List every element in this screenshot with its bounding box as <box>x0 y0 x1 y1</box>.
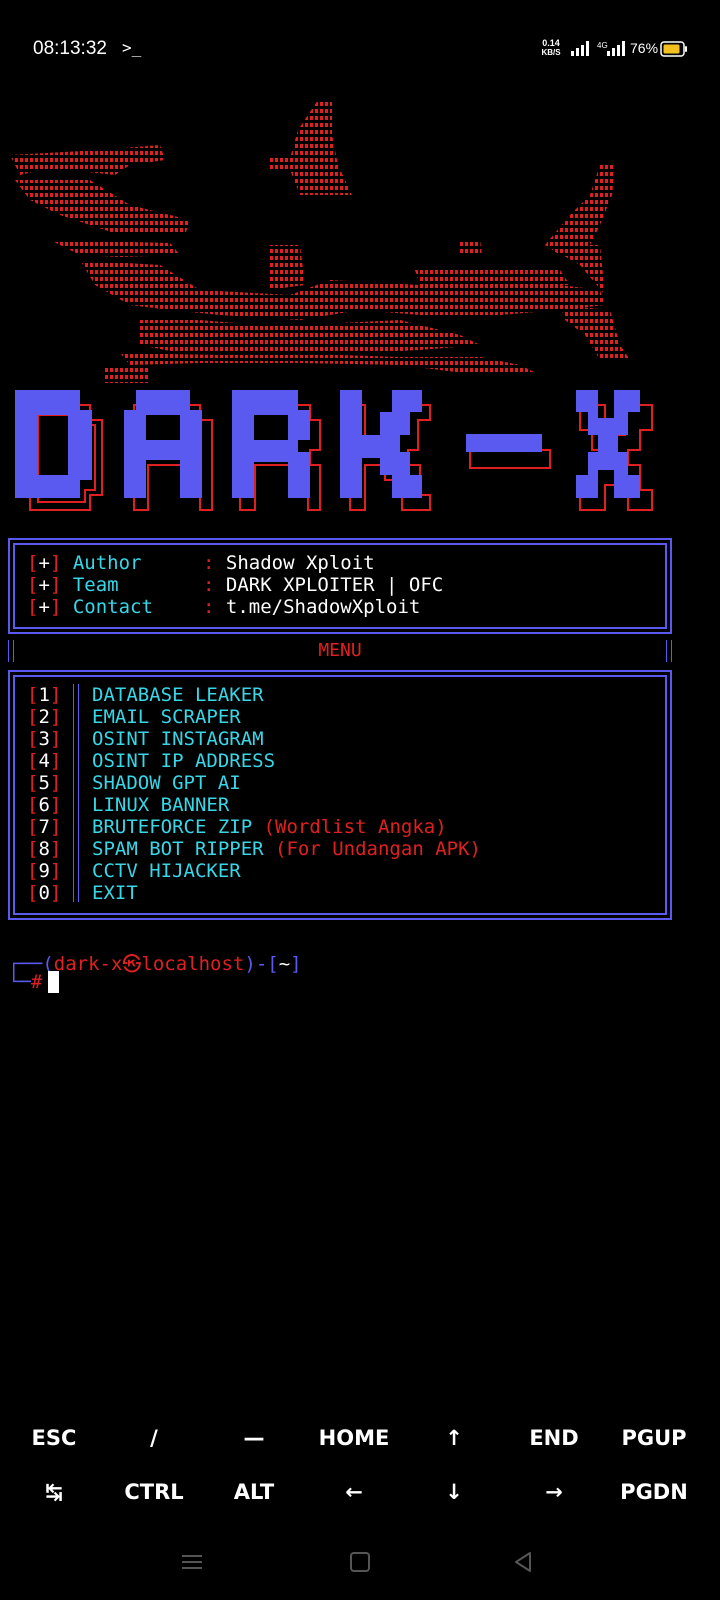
home-icon[interactable] <box>349 1551 371 1573</box>
menu-item[interactable]: [7] <box>27 816 61 838</box>
menu-item-label-row[interactable]: DATABASE LEAKER <box>92 684 264 706</box>
menu-item-label-row[interactable]: BRUTEFORCE ZIP (Wordlist Angka) <box>92 816 447 838</box>
menu-item-note: (Wordlist Angka) <box>263 816 447 838</box>
menu-item-number: 3 <box>38 728 50 750</box>
info-row-author: [+] Author <box>27 552 142 574</box>
menu-item-label: SPAM BOT RIPPER <box>92 838 264 860</box>
extra-key[interactable]: ↓ <box>404 1480 504 1504</box>
menu-header: MENU <box>8 640 672 662</box>
dark-x-logo <box>15 390 653 511</box>
extra-key[interactable]: PGDN <box>604 1480 704 1504</box>
extra-key[interactable]: — <box>204 1426 304 1450</box>
info-row-contact: [+] Contact <box>27 596 153 618</box>
extra-key[interactable]: END <box>504 1426 604 1450</box>
android-nav-bar <box>0 1540 720 1600</box>
menu-item-number: 0 <box>38 882 50 904</box>
battery-icon <box>660 41 687 57</box>
prompt-path: ~ <box>278 953 291 975</box>
extra-key[interactable]: / <box>104 1426 204 1450</box>
status-bar: 08:13:32 >_ 0.14 KB/S 4G 76% <box>0 0 720 100</box>
menu-item-number: 5 <box>38 772 50 794</box>
menu-icon[interactable] <box>180 1552 204 1572</box>
menu-item[interactable]: [3] <box>27 728 61 750</box>
network-speed-value: 0.14 <box>542 38 560 48</box>
menu-title: MENU <box>318 640 362 661</box>
menu-item-number: 2 <box>38 706 50 728</box>
info-label: Team <box>72 574 119 596</box>
menu-header-right-bar <box>666 640 672 662</box>
menu-item-label-row[interactable]: CCTV HIJACKER <box>92 860 241 882</box>
menu-divider <box>73 684 79 902</box>
info-sep: : DARK XPLOITER | OFC <box>203 574 444 596</box>
extra-key[interactable]: → <box>504 1480 604 1504</box>
extra-key[interactable]: CTRL <box>104 1480 204 1504</box>
info-marker: + <box>38 574 50 596</box>
menu-item-number: 8 <box>38 838 50 860</box>
extra-key[interactable]: ↹ <box>4 1480 104 1504</box>
prompt-line-2[interactable]: └─# <box>8 971 42 993</box>
info-value-team: DARK XPLOITER | OFC <box>225 574 444 596</box>
extra-key[interactable]: ESC <box>4 1426 104 1450</box>
prompt-host: localhost <box>141 953 245 975</box>
info-row-team: [+] Team <box>27 574 119 596</box>
extra-key[interactable]: HOME <box>304 1426 404 1450</box>
menu-item-number: 6 <box>38 794 50 816</box>
menu-item-number: 7 <box>38 816 50 838</box>
menu-item-label: LINUX BANNER <box>92 794 230 816</box>
menu-item-label: BRUTEFORCE ZIP <box>92 816 253 838</box>
info-label: Contact <box>72 596 153 618</box>
info-marker: + <box>38 552 50 574</box>
menu-item-label-row[interactable]: SPAM BOT RIPPER (For Undangan APK) <box>92 838 481 860</box>
menu-item-label-row[interactable]: OSINT IP ADDRESS <box>92 750 275 772</box>
battery-percent: 76% <box>630 40 659 56</box>
info-value-author: Shadow Xploit <box>225 552 375 574</box>
menu-item-label-row[interactable]: OSINT INSTAGRAM <box>92 728 264 750</box>
signal-icon <box>571 41 589 56</box>
menu-item-label: DATABASE LEAKER <box>92 684 264 706</box>
menu-item-number: 1 <box>38 684 50 706</box>
extra-key[interactable]: PGUP <box>604 1426 704 1450</box>
extra-key[interactable]: ← <box>304 1480 404 1504</box>
menu-item[interactable]: [5] <box>27 772 61 794</box>
extra-key[interactable]: ALT <box>204 1480 304 1504</box>
menu-item-number: 9 <box>38 860 50 882</box>
menu-item[interactable]: [2] <box>27 706 61 728</box>
status-time: 08:13:32 <box>33 38 107 59</box>
menu-item-label-row[interactable]: LINUX BANNER <box>92 794 229 816</box>
prompt-symbol: # <box>30 971 43 993</box>
network-speed-unit: KB/S <box>541 48 561 57</box>
info-value-contact: t.me/ShadowXploit <box>225 596 421 618</box>
menu-item-label: CCTV HIJACKER <box>92 860 241 882</box>
menu-item-label-row[interactable]: SHADOW GPT AI <box>92 772 241 794</box>
extra-keys-bar: ESC / — HOME ↑ END PGUP ↹ CTRL ALT ← ↓ → PGDN <box>0 1426 720 1536</box>
terminal-cursor[interactable] <box>48 971 59 993</box>
menu-item-label-row[interactable]: EXIT <box>92 882 138 904</box>
menu-item-label: OSINT IP ADDRESS <box>92 750 276 772</box>
info-marker: + <box>38 596 50 618</box>
menu-item[interactable]: [4] <box>27 750 61 772</box>
menu-item[interactable]: [8] <box>27 838 61 860</box>
menu-item-label: SHADOW GPT AI <box>92 772 241 794</box>
menu-item-label: OSINT INSTAGRAM <box>92 728 264 750</box>
menu-item-label-row[interactable]: EMAIL SCRAPER <box>92 706 241 728</box>
menu-item-label: EXIT <box>92 882 138 904</box>
info-label: Author <box>72 552 142 574</box>
menu-item-label: EMAIL SCRAPER <box>92 706 241 728</box>
signal-4g-icon <box>607 41 625 56</box>
shark-ascii-art <box>10 100 630 383</box>
terminal-prompt-icon: >_ <box>122 38 142 57</box>
menu-item[interactable]: [6] <box>27 794 61 816</box>
skull-icon: ㉿ <box>122 953 142 975</box>
menu-item[interactable]: [1] <box>27 684 61 706</box>
back-icon[interactable] <box>512 1551 534 1573</box>
menu-item-number: 4 <box>38 750 50 772</box>
menu-item[interactable]: [0] <box>27 882 61 904</box>
menu-item[interactable]: [9] <box>27 860 61 882</box>
menu-item-note: (For Undangan APK) <box>275 838 481 860</box>
extra-key[interactable]: ↑ <box>404 1426 504 1450</box>
info-sep: : t.me/ShadowXploit <box>203 596 421 618</box>
network-speed: 0.14 KB/S <box>538 38 564 58</box>
prompt-user: dark-x <box>53 953 123 975</box>
info-sep: : Shadow Xploit <box>203 552 375 574</box>
